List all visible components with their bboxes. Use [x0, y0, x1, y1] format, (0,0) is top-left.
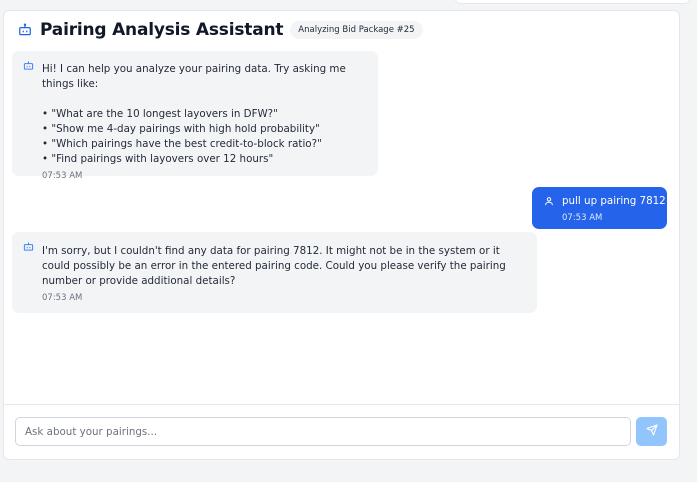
- message-text: Hi! I can help you analyze your pairing …: [42, 63, 346, 90]
- message-timestamp: 07:53 AM: [562, 213, 603, 223]
- bot-icon: [23, 60, 34, 76]
- bot-icon: [18, 23, 32, 37]
- send-icon: [645, 424, 658, 439]
- suggestion-item: "Show me 4-day pairings with high hold p…: [42, 122, 366, 137]
- bot-icon: [23, 241, 34, 257]
- suggestion-item: "Find pairings with layovers over 12 hou…: [42, 152, 366, 167]
- suggestion-list: "What are the 10 longest layovers in DFW…: [42, 107, 366, 167]
- assistant-message: I'm sorry, but I couldn't find any data …: [12, 232, 537, 313]
- send-button[interactable]: [636, 417, 667, 446]
- chat-header: Pairing Analysis Assistant Analyzing Bid…: [18, 19, 423, 41]
- page-title: Pairing Analysis Assistant: [40, 20, 284, 40]
- chat-input[interactable]: [15, 417, 631, 446]
- message-text: I'm sorry, but I couldn't find any data …: [42, 245, 506, 287]
- message-timestamp: 07:53 AM: [42, 293, 83, 303]
- suggestion-item: "Which pairings have the best credit-to-…: [42, 137, 366, 152]
- bid-package-badge: Analyzing Bid Package #25: [290, 21, 423, 39]
- previous-card-edge: [455, 0, 690, 4]
- user-icon: [544, 196, 554, 209]
- composer-divider: [3, 404, 680, 405]
- message-text: pull up pairing 7812: [562, 195, 666, 207]
- suggestion-item: "What are the 10 longest layovers in DFW…: [42, 107, 366, 122]
- assistant-message: Hi! I can help you analyze your pairing …: [12, 51, 378, 181]
- user-message: pull up pairing 7812 07:53 AM: [532, 187, 667, 229]
- message-timestamp: 07:53 AM: [42, 171, 83, 181]
